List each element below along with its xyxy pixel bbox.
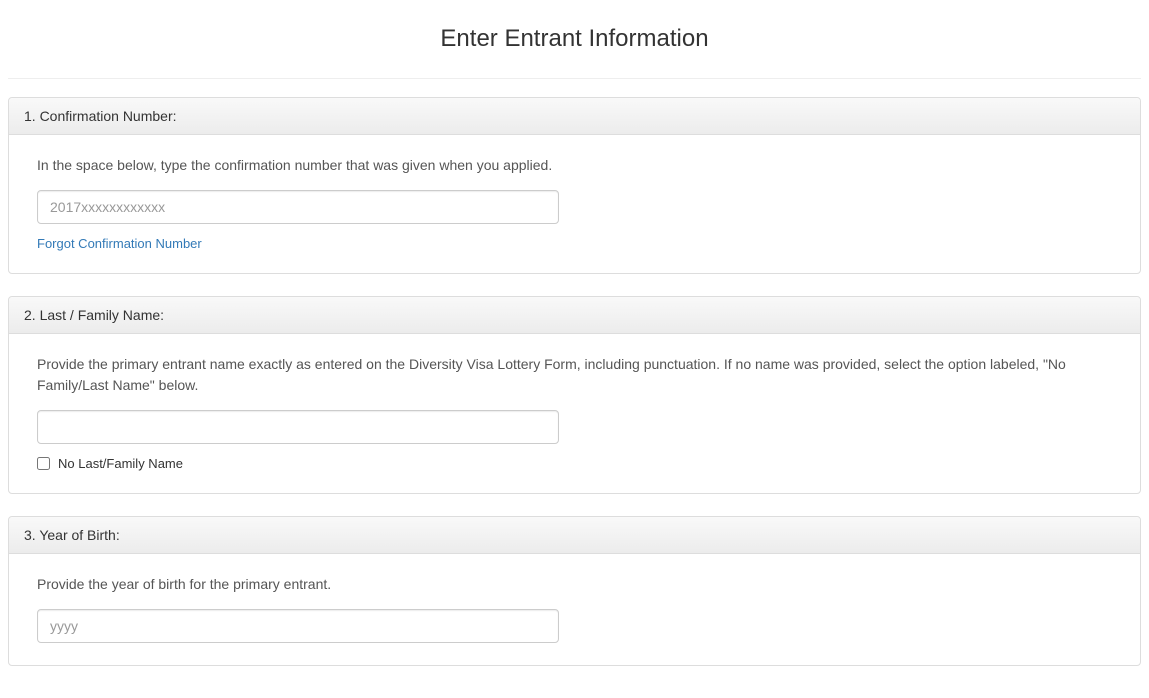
no-last-name-checkbox[interactable] bbox=[37, 457, 50, 470]
title-divider bbox=[8, 78, 1141, 79]
no-last-name-label: No Last/Family Name bbox=[58, 456, 183, 471]
panel-heading-confirmation: 1. Confirmation Number: bbox=[9, 98, 1140, 135]
forgot-confirmation-link[interactable]: Forgot Confirmation Number bbox=[37, 236, 202, 251]
no-last-name-row: No Last/Family Name bbox=[37, 456, 1112, 471]
confirmation-number-input[interactable] bbox=[37, 190, 559, 224]
panel-body-confirmation: In the space below, type the confirmatio… bbox=[9, 135, 1140, 273]
panel-year-of-birth: 3. Year of Birth: Provide the year of bi… bbox=[8, 516, 1141, 666]
panel-last-name: 2. Last / Family Name: Provide the prima… bbox=[8, 296, 1141, 494]
panel-confirmation-number: 1. Confirmation Number: In the space bel… bbox=[8, 97, 1141, 274]
lastname-instruction: Provide the primary entrant name exactly… bbox=[37, 354, 1112, 396]
panel-body-yob: Provide the year of birth for the primar… bbox=[9, 554, 1140, 665]
panel-body-lastname: Provide the primary entrant name exactly… bbox=[9, 334, 1140, 493]
panel-heading-yob: 3. Year of Birth: bbox=[9, 517, 1140, 554]
confirmation-instruction: In the space below, type the confirmatio… bbox=[37, 155, 1112, 176]
yob-instruction: Provide the year of birth for the primar… bbox=[37, 574, 1112, 595]
page-title: Enter Entrant Information bbox=[8, 25, 1141, 53]
last-name-input[interactable] bbox=[37, 410, 559, 444]
year-of-birth-input[interactable] bbox=[37, 609, 559, 643]
panel-heading-lastname: 2. Last / Family Name: bbox=[9, 297, 1140, 334]
